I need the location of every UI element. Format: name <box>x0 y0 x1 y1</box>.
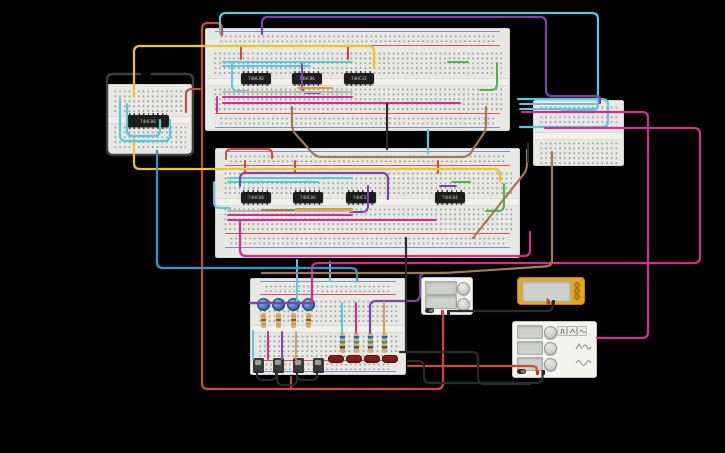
red-led[interactable] <box>346 355 362 363</box>
bb-channel <box>535 132 622 140</box>
line-blue <box>225 247 510 248</box>
bb-dots <box>223 207 512 231</box>
ic-chip-74hc86[interactable]: 74HC86 <box>292 70 322 87</box>
breadboard-right-mini[interactable] <box>533 100 624 166</box>
slide-switch[interactable] <box>312 358 324 372</box>
ic-chip-74hc32[interactable]: 74HC32 <box>344 70 374 87</box>
bb-dots <box>213 87 502 111</box>
slide-switch[interactable] <box>292 358 304 372</box>
blue-led[interactable] <box>301 298 315 311</box>
function-generator-display <box>517 341 543 355</box>
blue-led[interactable] <box>271 298 285 311</box>
wire-black[interactable] <box>398 350 532 386</box>
resistor[interactable] <box>339 333 345 353</box>
line-blue <box>215 127 500 128</box>
resistor[interactable] <box>305 313 311 328</box>
power-supply-knob[interactable] <box>456 281 470 295</box>
terminal[interactable] <box>447 309 451 315</box>
bb-dots <box>219 116 496 125</box>
power-button[interactable] <box>517 369 526 374</box>
resistor[interactable] <box>367 333 373 353</box>
line-red <box>225 233 510 234</box>
blue-led[interactable] <box>256 298 270 311</box>
function-generator-knob[interactable] <box>544 341 557 355</box>
line-blue <box>260 281 396 282</box>
bb-dots <box>539 141 618 166</box>
line-red <box>260 294 396 295</box>
slide-switch[interactable] <box>272 358 284 372</box>
bb-dots <box>264 284 392 292</box>
slide-switch[interactable] <box>252 358 264 372</box>
power-supply[interactable] <box>421 277 473 315</box>
bb-dots <box>229 236 506 245</box>
red-led[interactable] <box>382 355 398 363</box>
line-red <box>215 45 500 46</box>
sine-wave-large-icon <box>575 358 593 368</box>
function-generator[interactable] <box>512 321 597 378</box>
terminal[interactable] <box>536 369 540 375</box>
terminal[interactable] <box>441 309 445 315</box>
sine-wave-button[interactable] <box>577 326 587 336</box>
ic-chip-74hc08[interactable]: 74HC08 <box>127 112 169 130</box>
line-red <box>215 113 500 114</box>
line-blue <box>225 151 510 152</box>
red-led[interactable] <box>328 355 344 363</box>
square-wave-button[interactable] <box>557 326 567 336</box>
red-led[interactable] <box>364 355 380 363</box>
power-supply-knob[interactable] <box>456 297 470 311</box>
resistor[interactable] <box>353 333 359 353</box>
triangle-wave-button[interactable] <box>567 326 577 336</box>
triangle-sine-wave-icon <box>575 342 593 352</box>
circuit-canvas: 74HC08 74HC08 74HC86 74HC32 74HC08 74HC86 74HC… <box>0 0 725 453</box>
function-generator-display <box>517 325 543 339</box>
resistor[interactable] <box>275 313 281 328</box>
line-red <box>225 165 510 166</box>
blue-led[interactable] <box>286 298 300 311</box>
power-supply-display <box>425 281 457 295</box>
multimeter-display <box>522 281 571 302</box>
bb-channel <box>252 325 404 333</box>
bb-dots <box>229 154 506 163</box>
function-generator-knob[interactable] <box>544 357 557 371</box>
function-generator-knob[interactable] <box>544 325 557 339</box>
line-blue <box>215 31 500 32</box>
bb-dots <box>539 105 618 130</box>
ic-chip-74hc86[interactable]: 74HC86 <box>293 189 323 206</box>
ic-chip-74hc04[interactable]: 74HC04 <box>435 189 465 206</box>
power-button[interactable] <box>425 308 434 313</box>
power-supply-display <box>425 295 457 309</box>
multimeter[interactable] <box>517 277 585 305</box>
probe-terminal[interactable] <box>552 300 556 305</box>
resistor[interactable] <box>290 313 296 328</box>
ic-chip-74hc32[interactable]: 74HC32 <box>346 189 376 206</box>
resistor[interactable] <box>381 333 387 353</box>
multimeter-button[interactable] <box>573 293 580 300</box>
ic-chip-74hc08[interactable]: 74HC08 <box>241 189 271 206</box>
resistor[interactable] <box>260 313 266 328</box>
terminal[interactable] <box>542 369 546 375</box>
bb-dots <box>219 34 496 43</box>
ic-chip-74hc08[interactable]: 74HC08 <box>241 70 271 87</box>
probe-terminal[interactable] <box>547 300 551 305</box>
bb-dots <box>113 89 186 114</box>
